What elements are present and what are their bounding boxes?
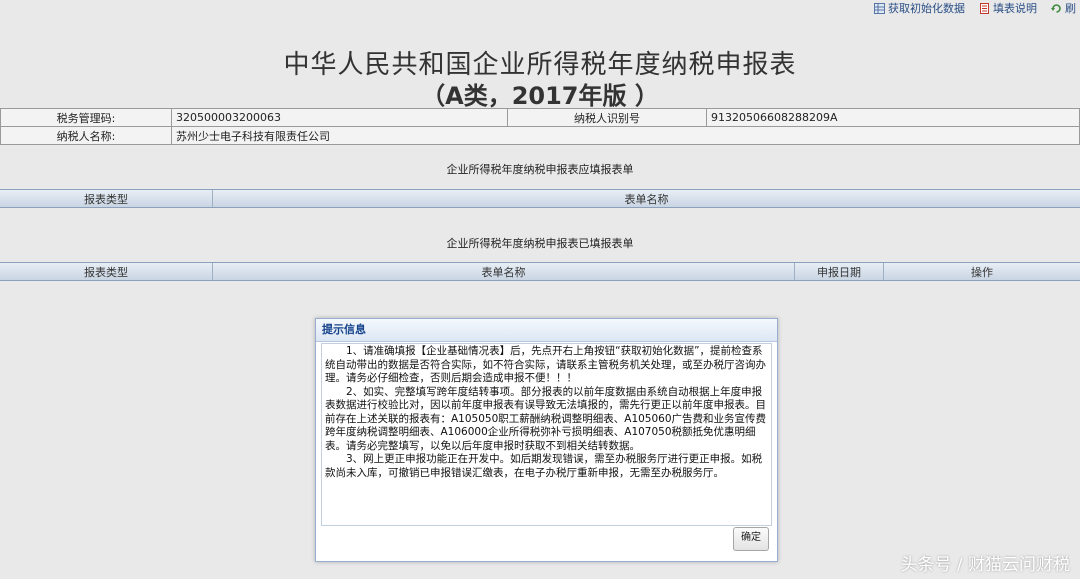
dialog-paragraph-1: 1、请准确填报【企业基础情况表】后，先点开右上角按钮“获取初始化数据”，提前检查… [325, 345, 766, 384]
should-fill-grid-header: 报表类型 表单名称 [0, 189, 1080, 208]
taxpayer-name-label: 纳税人名称: [0, 126, 172, 145]
tax-code-label: 税务管理码: [0, 108, 172, 127]
should-fill-title: 企业所得税年度纳税申报表应填报表单 [446, 163, 634, 176]
form-subtitle: （A类，2017年版 ） [421, 82, 659, 110]
dialog-message[interactable]: 1、请准确填报【企业基础情况表】后，先点开右上角按钮“获取初始化数据”，提前检查… [321, 343, 772, 526]
dialog-paragraph-2: 2、如实、完整填写跨年度结转事项。部分报表的以前年度数据由系统自动根据上年度申报… [325, 385, 767, 452]
filled-grid-header: 报表类型 表单名称 申报日期 操作 [0, 262, 1080, 281]
top-toolbar: 获取初始化数据 填表说明 刷 [874, 0, 1080, 16]
taxpayer-info-table: 税务管理码: 320500003200063 纳税人识别号 9132050660… [0, 108, 1080, 145]
document-icon [980, 2, 989, 14]
col-report-type[interactable]: 报表类型 [0, 263, 213, 280]
refresh-button[interactable]: 刷 [1051, 0, 1076, 16]
fetch-init-data-label: 获取初始化数据 [888, 2, 965, 15]
taxpayer-id-value: 91320506608288209A [706, 108, 1080, 127]
dialog-paragraph-3: 3、网上更正申报功能正在开发中。如后期发现错误，需至办税服务厅进行更正申报。如税… [325, 453, 763, 479]
fetch-init-data-button[interactable]: 获取初始化数据 [874, 0, 965, 16]
col-filing-date[interactable]: 申报日期 [795, 263, 884, 280]
filled-title: 企业所得税年度纳税申报表已填报表单 [446, 237, 634, 250]
refresh-label: 刷 [1065, 2, 1076, 15]
dialog-title: 提示信息 [316, 319, 777, 342]
table-icon [874, 2, 885, 14]
col-action[interactable]: 操作 [884, 263, 1080, 280]
col-form-name[interactable]: 表单名称 [213, 190, 1080, 207]
tax-code-value: 320500003200063 [171, 108, 508, 127]
fill-guide-label: 填表说明 [993, 2, 1037, 15]
refresh-icon [1051, 3, 1061, 13]
taxpayer-id-label: 纳税人识别号 [507, 108, 707, 127]
fill-guide-button[interactable]: 填表说明 [979, 0, 1037, 16]
prompt-dialog: 提示信息 1、请准确填报【企业基础情况表】后，先点开右上角按钮“获取初始化数据”… [315, 318, 778, 562]
ok-button[interactable]: 确定 [733, 527, 769, 551]
watermark: 头条号 / 财猫云问财税 [900, 555, 1070, 575]
col-form-name[interactable]: 表单名称 [213, 263, 795, 280]
taxpayer-name-value: 苏州少士电子科技有限责任公司 [171, 126, 1080, 145]
col-report-type[interactable]: 报表类型 [0, 190, 213, 207]
